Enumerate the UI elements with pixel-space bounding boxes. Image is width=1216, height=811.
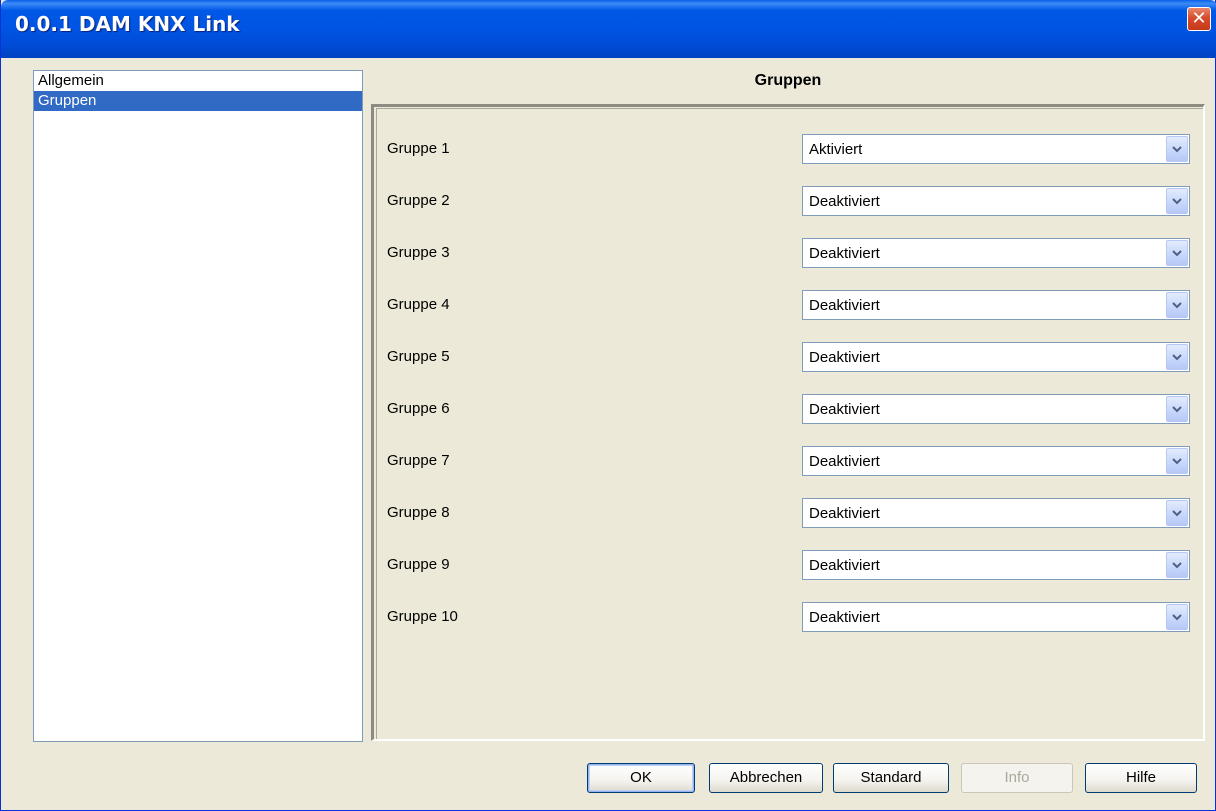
select-value: Deaktiviert <box>809 245 880 262</box>
parameter-label: Gruppe 9 <box>387 556 450 573</box>
dropdown-button[interactable] <box>1166 396 1188 422</box>
parameter-row-gruppe-1: Gruppe 1 Aktiviert <box>377 134 1190 164</box>
select-value: Deaktiviert <box>809 505 880 522</box>
sidebar-tree[interactable]: Allgemein Gruppen <box>33 70 363 742</box>
select-value: Deaktiviert <box>809 453 880 470</box>
chevron-down-icon <box>1172 354 1182 361</box>
standard-button-label: Standard <box>860 769 922 786</box>
dropdown-button[interactable] <box>1166 552 1188 578</box>
ok-button-label: OK <box>630 769 652 786</box>
parameter-label: Gruppe 5 <box>387 348 450 365</box>
gruppe-5-select[interactable]: Deaktiviert <box>802 342 1190 372</box>
parameter-label: Gruppe 10 <box>387 608 458 625</box>
info-button: Info <box>961 763 1073 793</box>
parameter-label: Gruppe 8 <box>387 504 450 521</box>
sidebar-item-gruppen[interactable]: Gruppen <box>34 91 362 111</box>
title-bar[interactable]: 0.0.1 DAM KNX Link ✕ <box>1 0 1216 58</box>
gruppe-6-select[interactable]: Deaktiviert <box>802 394 1190 424</box>
dropdown-button[interactable] <box>1166 188 1188 214</box>
parameter-row-gruppe-2: Gruppe 2 Deaktiviert <box>377 186 1190 216</box>
parameter-row-gruppe-9: Gruppe 9 Deaktiviert <box>377 550 1190 580</box>
info-button-label: Info <box>1004 769 1030 786</box>
cancel-button-label: Abbrechen <box>729 769 803 786</box>
chevron-down-icon <box>1172 510 1182 517</box>
gruppe-7-select[interactable]: Deaktiviert <box>802 446 1190 476</box>
gruppe-4-select[interactable]: Deaktiviert <box>802 290 1190 320</box>
gruppe-8-select[interactable]: Deaktiviert <box>802 498 1190 528</box>
dropdown-button[interactable] <box>1166 500 1188 526</box>
dropdown-button[interactable] <box>1166 240 1188 266</box>
select-value: Deaktiviert <box>809 557 880 574</box>
parameter-row-gruppe-4: Gruppe 4 Deaktiviert <box>377 290 1190 320</box>
chevron-down-icon <box>1172 198 1182 205</box>
parameter-label: Gruppe 2 <box>387 192 450 209</box>
chevron-down-icon <box>1172 562 1182 569</box>
select-value: Aktiviert <box>809 141 863 158</box>
select-value: Deaktiviert <box>809 297 880 314</box>
gruppe-9-select[interactable]: Deaktiviert <box>802 550 1190 580</box>
section-title: Gruppen <box>754 72 822 89</box>
chevron-down-icon <box>1172 146 1182 153</box>
dropdown-button[interactable] <box>1166 344 1188 370</box>
sidebar-item-allgemein[interactable]: Allgemein <box>34 71 362 91</box>
parameter-label: Gruppe 4 <box>387 296 450 313</box>
parameter-label: Gruppe 3 <box>387 244 450 261</box>
parameter-row-gruppe-10: Gruppe 10 Deaktiviert <box>377 602 1190 632</box>
standard-button[interactable]: Standard <box>833 763 949 793</box>
chevron-down-icon <box>1172 302 1182 309</box>
parameter-list: Gruppe 1 Aktiviert Gruppe 2 Deaktiviert <box>376 108 1203 739</box>
chevron-down-icon <box>1172 458 1182 465</box>
parameter-row-gruppe-6: Gruppe 6 Deaktiviert <box>377 394 1190 424</box>
parameter-row-gruppe-8: Gruppe 8 Deaktiviert <box>377 498 1190 528</box>
ok-button[interactable]: OK <box>587 763 695 793</box>
dropdown-button[interactable] <box>1166 136 1188 162</box>
chevron-down-icon <box>1172 614 1182 621</box>
select-value: Deaktiviert <box>809 401 880 418</box>
parameter-row-gruppe-5: Gruppe 5 Deaktiviert <box>377 342 1190 372</box>
parameter-label: Gruppe 6 <box>387 400 450 417</box>
dropdown-button[interactable] <box>1166 604 1188 630</box>
help-button[interactable]: Hilfe <box>1085 763 1197 793</box>
gruppe-3-select[interactable]: Deaktiviert <box>802 238 1190 268</box>
gruppe-1-select[interactable]: Aktiviert <box>802 134 1190 164</box>
dropdown-button[interactable] <box>1166 448 1188 474</box>
parameter-label: Gruppe 7 <box>387 452 450 469</box>
chevron-down-icon <box>1172 250 1182 257</box>
select-value: Deaktiviert <box>809 193 880 210</box>
close-icon: ✕ <box>1191 8 1207 29</box>
parameter-panel: Gruppe 1 Aktiviert Gruppe 2 Deaktiviert <box>371 104 1205 741</box>
gruppe-2-select[interactable]: Deaktiviert <box>802 186 1190 216</box>
parameter-row-gruppe-7: Gruppe 7 Deaktiviert <box>377 446 1190 476</box>
close-button[interactable]: ✕ <box>1187 7 1211 31</box>
cancel-button[interactable]: Abbrechen <box>709 763 823 793</box>
sidebar-item-label: Gruppen <box>38 92 97 109</box>
gruppe-10-select[interactable]: Deaktiviert <box>802 602 1190 632</box>
dropdown-button[interactable] <box>1166 292 1188 318</box>
window-title: 0.0.1 DAM KNX Link <box>15 12 240 36</box>
select-value: Deaktiviert <box>809 349 880 366</box>
parameter-row-gruppe-3: Gruppe 3 Deaktiviert <box>377 238 1190 268</box>
sidebar-item-label: Allgemein <box>38 72 104 89</box>
dialog-window: 0.0.1 DAM KNX Link ✕ Allgemein Gruppen G… <box>0 0 1216 811</box>
parameter-label: Gruppe 1 <box>387 140 450 157</box>
select-value: Deaktiviert <box>809 609 880 626</box>
help-button-label: Hilfe <box>1125 769 1156 786</box>
chevron-down-icon <box>1172 406 1182 413</box>
